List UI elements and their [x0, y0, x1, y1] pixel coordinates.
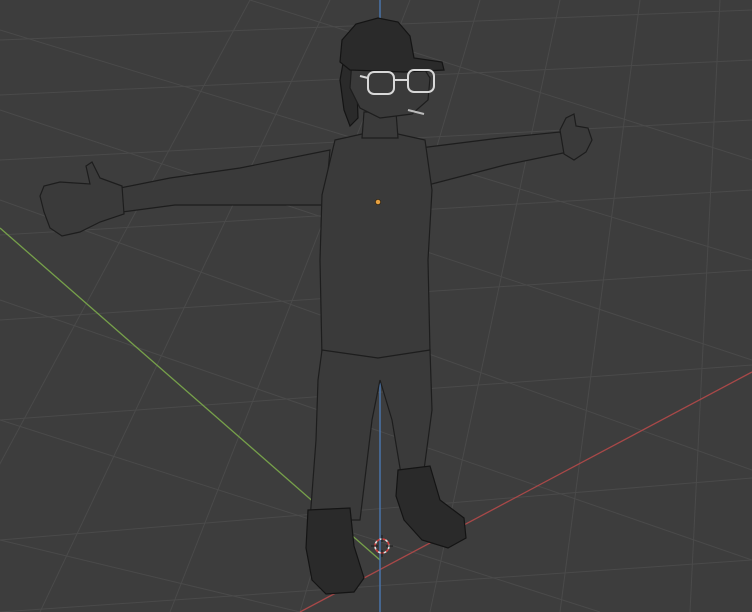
right-arm-mesh — [419, 131, 569, 186]
left-shoe-mesh — [305, 507, 365, 595]
right-shoe-mesh — [395, 465, 467, 549]
left-hand-mesh — [39, 161, 125, 237]
object-origin-icon[interactable] — [375, 199, 381, 205]
torso-mesh — [319, 129, 433, 363]
3d-viewport[interactable] — [0, 0, 752, 612]
viewport-canvas[interactable] — [0, 0, 752, 612]
3d-cursor-icon[interactable] — [371, 535, 393, 557]
left-arm-mesh — [119, 149, 331, 213]
cap-mesh — [339, 17, 445, 73]
right-hand-mesh — [559, 113, 593, 161]
character-mesh[interactable] — [39, 17, 593, 595]
